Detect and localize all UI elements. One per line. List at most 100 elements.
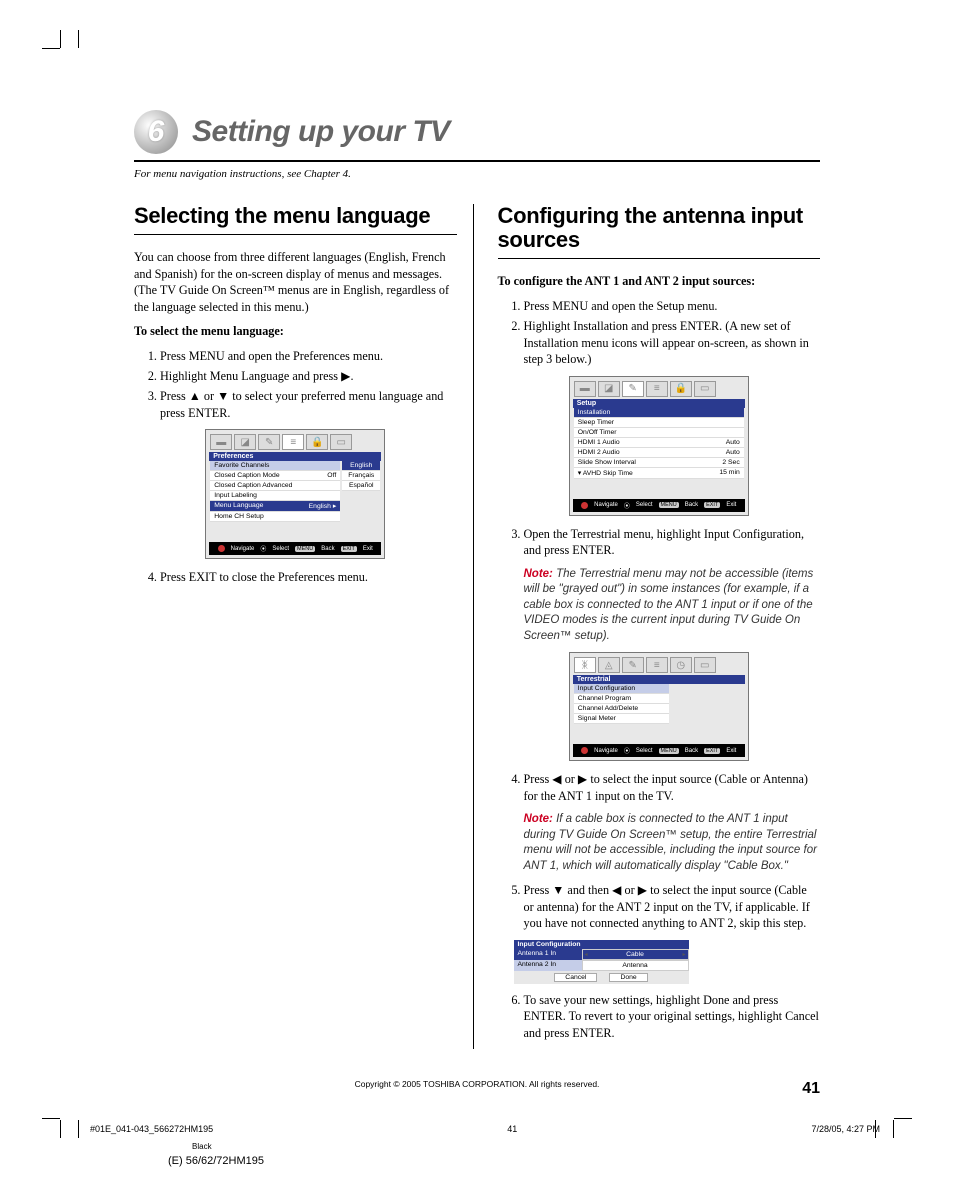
menu-title: Terrestrial <box>573 675 745 684</box>
chapter-header: 6 Setting up your TV <box>134 110 820 162</box>
step-3: Press ▲ or ▼ to select your preferred me… <box>160 388 457 421</box>
antenna-icon: ᛤ <box>574 657 596 673</box>
ic-buttons: Cancel Done <box>514 971 689 984</box>
option-selected: English <box>342 461 380 471</box>
lock-icon: 🔒 <box>306 434 328 450</box>
tab-icon: ◪ <box>598 381 620 397</box>
step-2: Highlight Menu Language and press ▶. <box>160 368 457 384</box>
tab-icon: ▬ <box>210 434 232 450</box>
footer-model: (E) 56/62/72HM195 <box>168 1155 264 1167</box>
preferences-menu-screenshot: ▬ ◪ ✎ ≡ 🔒 ▭ Preferences Favorite Channel… <box>134 429 457 559</box>
footer-black: Black <box>192 1142 212 1151</box>
nav-note: For menu navigation instructions, see Ch… <box>134 168 820 180</box>
down-arrow-icon: ▼ <box>217 388 229 404</box>
subheading: To select the menu language: <box>134 323 457 339</box>
copyright: Copyright © 2005 TOSHIBA CORPORATION. Al… <box>134 1079 820 1089</box>
left-arrow-icon: ◀ <box>552 771 561 787</box>
menu-row: ▾ AVHD Skip Time15 min <box>574 468 744 479</box>
tab-icon: ◪ <box>234 434 256 450</box>
option: Español <box>342 481 380 491</box>
menu-row: Signal Meter <box>574 714 669 724</box>
tab-icon: ≡ <box>646 657 668 673</box>
ic-row: Antenna 1 In ◂Cable▸ <box>514 949 689 960</box>
menu-row: Home CH Setup <box>210 512 340 522</box>
menu-row-selected: Installation <box>574 408 744 418</box>
tab-icon: ≡ <box>646 381 668 397</box>
footer-page: 41 <box>507 1124 517 1134</box>
page-number: 41 <box>802 1080 820 1098</box>
terrestrial-menu-screenshot: ᛤ ◬ ✎ ≡ ◷ ▭ Terrestrial Input Configurat… <box>498 652 821 761</box>
step-2: Highlight Installation and press ENTER. … <box>524 318 821 367</box>
rule <box>134 234 457 235</box>
note-1: Note: The Terrestrial menu may not be ac… <box>524 567 821 645</box>
up-arrow-icon: ▲ <box>189 388 201 404</box>
right-column: Configuring the antenna input sources To… <box>473 204 821 1049</box>
menu-row: On/Off Timer <box>574 428 744 438</box>
tab-icon: ◷ <box>670 657 692 673</box>
menu-footer: Navigate ⦿Select MENUBack EXITExit <box>573 499 745 512</box>
steps-list-cont: Press ▼ and then ◀ or ▶ to select the in… <box>498 882 821 931</box>
tab-icon: ▬ <box>574 381 596 397</box>
rule <box>498 258 821 259</box>
menu-row: Slide Show Interval2 Sec <box>574 458 744 468</box>
tab-icon: ▭ <box>694 381 716 397</box>
tab-icon: ✎ <box>622 657 644 673</box>
right-arrow-icon: ▶ <box>578 771 587 787</box>
chapter-title: Setting up your TV <box>192 115 450 149</box>
step-4: Press EXIT to close the Preferences menu… <box>160 569 457 585</box>
section-heading-antenna: Configuring the antenna input sources <box>498 204 821 252</box>
step-1: Press MENU and open the Preferences menu… <box>160 348 457 364</box>
steps-list-cont: Press EXIT to close the Preferences menu… <box>134 569 457 585</box>
left-column: Selecting the menu language You can choo… <box>134 204 457 1049</box>
menu-footer: Navigate ⦿Select MENUBack EXITExit <box>209 542 381 555</box>
menu-title: Setup <box>573 399 745 408</box>
steps-list-cont: To save your new settings, highlight Don… <box>498 992 821 1041</box>
steps-list: Press MENU and open the Setup menu. High… <box>498 298 821 368</box>
step-6: To save your new settings, highlight Don… <box>524 992 821 1041</box>
tab-icon: ◬ <box>598 657 620 673</box>
menu-row: HDMI 2 AudioAuto <box>574 448 744 458</box>
nav-dot-icon <box>581 502 588 509</box>
input-config-screenshot: Input Configuration Antenna 1 In ◂Cable▸… <box>514 940 689 984</box>
tab-icon: ≡ <box>282 434 304 450</box>
menu-row: Channel Add/Delete <box>574 704 669 714</box>
footer-meta: #01E_041-043_566272HM195 41 7/28/05, 4:2… <box>90 1124 880 1134</box>
subheading: To configure the ANT 1 and ANT 2 input s… <box>498 273 821 289</box>
menu-row: Closed Caption Advanced <box>210 481 340 491</box>
steps-list-cont: Press ◀ or ▶ to select the input source … <box>498 771 821 804</box>
tab-icon: ✎ <box>258 434 280 450</box>
menu-title: Preferences <box>209 452 381 461</box>
note-2: Note: If a cable box is connected to the… <box>524 812 821 874</box>
step-1: Press MENU and open the Setup menu. <box>524 298 821 314</box>
steps-list: Press MENU and open the Preferences menu… <box>134 348 457 422</box>
nav-dot-icon <box>581 747 588 754</box>
done-button: Done <box>609 973 647 982</box>
menu-row: Sleep Timer <box>574 418 744 428</box>
tab-icon: ▭ <box>330 434 352 450</box>
ic-title: Input Configuration <box>514 940 689 949</box>
chapter-number-badge: 6 <box>134 110 178 154</box>
nav-dot-icon <box>218 545 225 552</box>
right-arrow-icon: ▶ <box>638 882 647 898</box>
section-heading-language: Selecting the menu language <box>134 204 457 228</box>
footer-date: 7/28/05, 4:27 PM <box>811 1124 880 1134</box>
footer-file: #01E_041-043_566272HM195 <box>90 1124 213 1134</box>
step-5: Press ▼ and then ◀ or ▶ to select the in… <box>524 882 821 931</box>
menu-row: Input Labeling <box>210 491 340 501</box>
menu-row: Channel Program <box>574 694 669 704</box>
menu-row: Favorite Channels <box>210 461 340 471</box>
cancel-button: Cancel <box>554 973 597 982</box>
steps-list-cont: Open the Terrestrial menu, highlight Inp… <box>498 526 821 559</box>
option: Français <box>342 471 380 481</box>
intro-paragraph: You can choose from three different lang… <box>134 249 457 315</box>
lock-icon: 🔒 <box>670 381 692 397</box>
menu-row: Closed Caption ModeOff <box>210 471 340 481</box>
menu-row: HDMI 1 AudioAuto <box>574 438 744 448</box>
tab-icon: ▭ <box>694 657 716 673</box>
menu-row: Input Configuration <box>574 684 669 694</box>
step-4: Press ◀ or ▶ to select the input source … <box>524 771 821 804</box>
menu-row-selected: Menu LanguageEnglish ▸ <box>210 501 340 512</box>
setup-menu-screenshot: ▬ ◪ ✎ ≡ 🔒 ▭ Setup Installation Sleep Tim… <box>498 376 821 516</box>
tab-icon: ✎ <box>622 381 644 397</box>
menu-footer: Navigate ⦿Select MENUBack EXITExit <box>573 744 745 757</box>
